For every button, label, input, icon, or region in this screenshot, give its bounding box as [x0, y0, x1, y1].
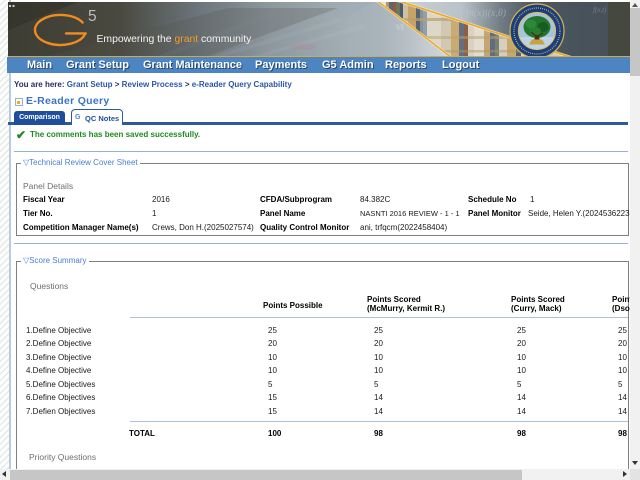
svg-text:VI: VI	[396, 23, 404, 32]
svg-text:f(x,t): f(x,t)	[593, 6, 607, 14]
svg-text:5: 5	[88, 8, 97, 25]
svg-text:∫π(x)∫(x,θ): ∫π(x)∫(x,θ)	[465, 8, 507, 19]
svg-text:Empowering the grant community: Empowering the grant community.	[97, 34, 254, 45]
